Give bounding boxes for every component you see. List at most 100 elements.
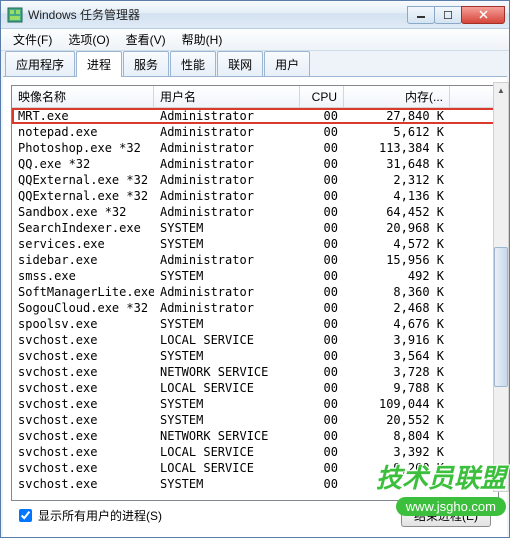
cell-name: services.exe bbox=[12, 237, 154, 251]
cell-mem: 2,312 K bbox=[344, 173, 450, 187]
cell-name: QQExternal.exe *32 bbox=[12, 189, 154, 203]
table-row[interactable]: spoolsv.exeSYSTEM004,676 K bbox=[12, 316, 498, 332]
table-row[interactable]: svchost.exeLOCAL SERVICE009,260 K bbox=[12, 460, 498, 476]
column-cpu[interactable]: CPU bbox=[300, 86, 344, 107]
table-row[interactable]: services.exeSYSTEM004,572 K bbox=[12, 236, 498, 252]
table-row[interactable]: svchost.exeLOCAL SERVICE003,916 K bbox=[12, 332, 498, 348]
cell-cpu: 00 bbox=[300, 365, 344, 379]
table-row[interactable]: svchost.exeLOCAL SERVICE003,392 K bbox=[12, 444, 498, 460]
scrollbar[interactable]: ▲ bbox=[493, 82, 509, 492]
cell-name: sidebar.exe bbox=[12, 253, 154, 267]
cell-name: QQExternal.exe *32 bbox=[12, 173, 154, 187]
cell-cpu: 00 bbox=[300, 413, 344, 427]
cell-mem: 9,260 K bbox=[344, 461, 450, 475]
cell-cpu: 00 bbox=[300, 157, 344, 171]
cell-cpu: 00 bbox=[300, 269, 344, 283]
end-process-button[interactable]: 结束进程(E) bbox=[401, 504, 491, 527]
tab-services[interactable]: 服务 bbox=[123, 51, 169, 77]
table-row[interactable]: svchost.exeNETWORK SERVICE003,728 K bbox=[12, 364, 498, 380]
cell-cpu: 00 bbox=[300, 253, 344, 267]
cell-cpu: 00 bbox=[300, 477, 344, 491]
minimize-button[interactable] bbox=[407, 6, 435, 24]
maximize-button[interactable] bbox=[434, 6, 462, 24]
cell-user: SYSTEM bbox=[154, 317, 300, 331]
table-row[interactable]: svchost.exeSYSTEM00 bbox=[12, 476, 498, 492]
table-row[interactable]: SearchIndexer.exeSYSTEM0020,968 K bbox=[12, 220, 498, 236]
close-button[interactable] bbox=[461, 6, 505, 24]
tab-applications[interactable]: 应用程序 bbox=[5, 51, 75, 77]
cell-user: LOCAL SERVICE bbox=[154, 461, 300, 475]
table-row[interactable]: notepad.exeAdministrator005,612 K bbox=[12, 124, 498, 140]
column-user-name[interactable]: 用户名 bbox=[154, 86, 300, 107]
cell-mem: 492 K bbox=[344, 269, 450, 283]
list-body[interactable]: MRT.exeAdministrator0027,840 Knotepad.ex… bbox=[12, 108, 498, 500]
table-row[interactable]: svchost.exeSYSTEM0020,552 K bbox=[12, 412, 498, 428]
scroll-up-arrow-icon[interactable]: ▲ bbox=[494, 83, 508, 97]
cell-mem: 27,840 K bbox=[344, 109, 450, 123]
titlebar[interactable]: Windows 任务管理器 bbox=[1, 1, 509, 29]
table-row[interactable]: smss.exeSYSTEM00492 K bbox=[12, 268, 498, 284]
cell-cpu: 00 bbox=[300, 381, 344, 395]
table-row[interactable]: svchost.exeNETWORK SERVICE008,804 K bbox=[12, 428, 498, 444]
cell-mem: 9,788 K bbox=[344, 381, 450, 395]
cell-user: SYSTEM bbox=[154, 269, 300, 283]
cell-cpu: 00 bbox=[300, 301, 344, 315]
column-memory[interactable]: 内存(... bbox=[344, 86, 450, 107]
cell-name: svchost.exe bbox=[12, 397, 154, 411]
cell-mem: 3,564 K bbox=[344, 349, 450, 363]
cell-mem: 4,136 K bbox=[344, 189, 450, 203]
cell-user: SYSTEM bbox=[154, 397, 300, 411]
tab-performance[interactable]: 性能 bbox=[170, 51, 216, 77]
tab-processes[interactable]: 进程 bbox=[76, 51, 122, 77]
table-row[interactable]: sidebar.exeAdministrator0015,956 K bbox=[12, 252, 498, 268]
cell-user: LOCAL SERVICE bbox=[154, 381, 300, 395]
table-row[interactable]: svchost.exeSYSTEM00109,044 K bbox=[12, 396, 498, 412]
menu-view[interactable]: 查看(V) bbox=[118, 29, 174, 50]
menu-help[interactable]: 帮助(H) bbox=[174, 29, 231, 50]
cell-name: Photoshop.exe *32 bbox=[12, 141, 154, 155]
show-all-users-checkbox[interactable] bbox=[19, 509, 32, 522]
cell-name: SearchIndexer.exe bbox=[12, 221, 154, 235]
cell-name: SoftManagerLite.exe... bbox=[12, 285, 154, 299]
cell-cpu: 00 bbox=[300, 109, 344, 123]
tab-networking[interactable]: 联网 bbox=[217, 51, 263, 77]
cell-cpu: 00 bbox=[300, 429, 344, 443]
cell-user: Administrator bbox=[154, 301, 300, 315]
cell-name: svchost.exe bbox=[12, 413, 154, 427]
cell-mem: 64,452 K bbox=[344, 205, 450, 219]
cell-user: SYSTEM bbox=[154, 237, 300, 251]
cell-name: svchost.exe bbox=[12, 461, 154, 475]
cell-cpu: 00 bbox=[300, 205, 344, 219]
menu-file[interactable]: 文件(F) bbox=[5, 29, 60, 50]
cell-mem: 5,612 K bbox=[344, 125, 450, 139]
table-row[interactable]: svchost.exeLOCAL SERVICE009,788 K bbox=[12, 380, 498, 396]
tab-users[interactable]: 用户 bbox=[264, 51, 310, 77]
table-row[interactable]: SoftManagerLite.exe...Administrator008,3… bbox=[12, 284, 498, 300]
table-row[interactable]: MRT.exeAdministrator0027,840 K bbox=[12, 108, 498, 124]
cell-cpu: 00 bbox=[300, 285, 344, 299]
cell-name: svchost.exe bbox=[12, 349, 154, 363]
cell-user: SYSTEM bbox=[154, 221, 300, 235]
menu-options[interactable]: 选项(O) bbox=[60, 29, 117, 50]
cell-name: svchost.exe bbox=[12, 333, 154, 347]
cell-user: Administrator bbox=[154, 109, 300, 123]
table-row[interactable]: svchost.exeSYSTEM003,564 K bbox=[12, 348, 498, 364]
table-row[interactable]: Sandbox.exe *32Administrator0064,452 K bbox=[12, 204, 498, 220]
cell-name: svchost.exe bbox=[12, 429, 154, 443]
cell-user: Administrator bbox=[154, 285, 300, 299]
column-image-name[interactable]: 映像名称 bbox=[12, 86, 154, 107]
minimize-icon bbox=[417, 11, 425, 19]
cell-mem: 3,392 K bbox=[344, 445, 450, 459]
cell-cpu: 00 bbox=[300, 189, 344, 203]
cell-name: notepad.exe bbox=[12, 125, 154, 139]
scrollbar-thumb[interactable] bbox=[494, 247, 508, 387]
table-row[interactable]: QQExternal.exe *32Administrator004,136 K bbox=[12, 188, 498, 204]
cell-cpu: 00 bbox=[300, 333, 344, 347]
cell-mem: 3,728 K bbox=[344, 365, 450, 379]
cell-user: Administrator bbox=[154, 205, 300, 219]
table-row[interactable]: QQ.exe *32Administrator0031,648 K bbox=[12, 156, 498, 172]
table-row[interactable]: Photoshop.exe *32Administrator00113,384 … bbox=[12, 140, 498, 156]
table-row[interactable]: QQExternal.exe *32Administrator002,312 K bbox=[12, 172, 498, 188]
table-row[interactable]: SogouCloud.exe *32Administrator002,468 K bbox=[12, 300, 498, 316]
cell-name: spoolsv.exe bbox=[12, 317, 154, 331]
